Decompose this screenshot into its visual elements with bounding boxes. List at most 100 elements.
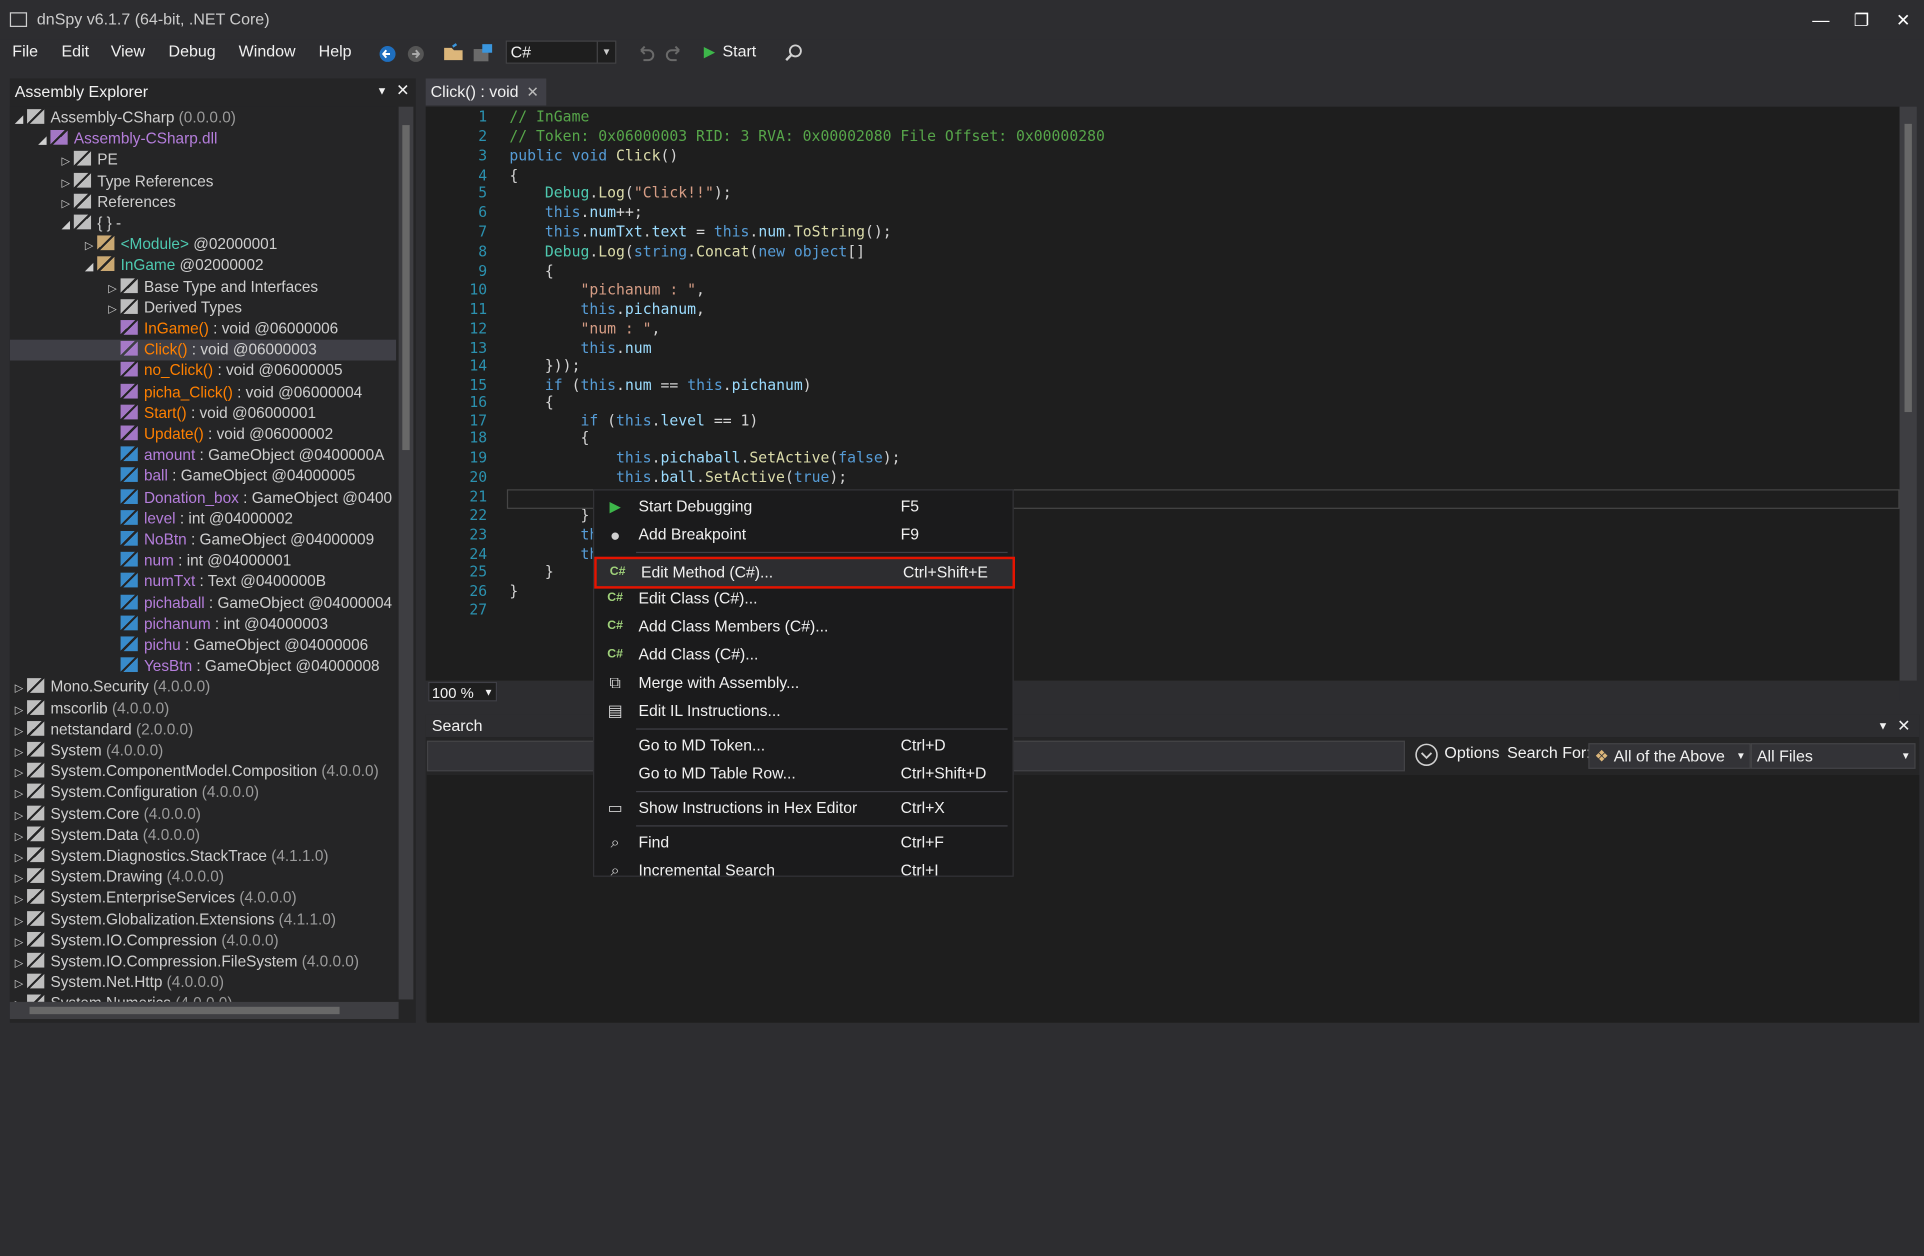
tree-node[interactable]: Click() : void @06000003 [9,339,397,361]
tree-node[interactable]: ◢ { } - [10,213,396,234]
tree-node[interactable]: no_Click() : void @06000005 [10,361,396,382]
tree-node[interactable]: ▷ System.IO.Compression (4.0.0.0) [10,931,396,952]
expand-arrow-icon[interactable]: ▷ [85,236,97,257]
tree-node[interactable]: pichu : GameObject @04000006 [10,635,396,656]
undo-icon[interactable] [636,42,656,64]
tree-node[interactable]: InGame() : void @06000006 [10,319,396,340]
tree-node[interactable]: ▷ System.Configuration (4.0.0.0) [10,783,396,804]
tree-node[interactable]: ▷ mscorlib (4.0.0.0) [10,698,396,719]
menu-item-add-breakpoint[interactable]: ● Add Breakpoint F9 [594,521,1012,548]
tree-node[interactable]: ▷ netstandard (2.0.0.0) [10,720,396,741]
tree-node[interactable]: ◢ Assembly-CSharp (0.0.0.0) [10,108,396,129]
expand-arrow-icon[interactable]: ▷ [15,974,27,995]
expand-arrow-icon[interactable]: ▷ [62,151,74,172]
close-icon[interactable]: ✕ [1897,714,1910,739]
tree-node[interactable]: Start() : void @06000001 [10,403,396,424]
expand-arrow-icon[interactable]: ▷ [15,700,27,721]
tree-node[interactable]: ◢ Assembly-CSharp.dll [10,129,396,150]
expand-arrow-icon[interactable]: ▷ [15,721,27,742]
tree-node[interactable]: num : int @04000001 [10,551,396,572]
start-button[interactable]: ▶ Start [704,42,757,60]
redo-icon[interactable] [664,42,684,64]
tree-node[interactable]: ▷ System.Core (4.0.0.0) [10,804,396,825]
expand-arrow-icon[interactable]: ▷ [108,299,120,320]
tree-node[interactable]: pichanum : int @04000003 [10,614,396,635]
assembly-tree[interactable]: ◢ Assembly-CSharp (0.0.0.0) ◢ Assembly-CSha… [9,106,397,1002]
menu-item-edit-il-instructions[interactable]: ▤ Edit IL Instructions... [594,698,1012,725]
panel-menu-icon[interactable]: ▼ [376,78,387,103]
expand-arrow-icon[interactable]: ▷ [15,679,27,700]
menu-item-edit-class-c[interactable]: C# Edit Class (C#)... [594,585,1012,612]
menu-item-show-instructions-in-hex-editor[interactable]: ▭ Show Instructions in Hex Editor Ctrl+X [594,795,1012,822]
search-icon[interactable] [784,42,804,64]
tree-node[interactable]: ▷ Mono.Security (4.0.0.0) [10,677,396,698]
expand-arrow-icon[interactable]: ▷ [15,953,27,974]
expand-arrow-icon[interactable]: ▷ [15,890,27,911]
menu-item-edit-method-c[interactable]: C# Edit Method (C#)... Ctrl+Shift+E [594,556,1015,589]
expand-arrow-icon[interactable]: ▷ [15,742,27,763]
menu-item-merge-with-assembly[interactable]: ⧉ Merge with Assembly... [594,670,1012,697]
tab-click-void[interactable]: Click() : void ✕ [425,78,547,106]
expand-arrow-icon[interactable]: ▷ [15,868,27,889]
scope-select[interactable]: All Files ▼ [1750,743,1916,769]
tree-node[interactable]: ▷ Type References [10,171,396,192]
menu-edit[interactable]: Edit [62,42,90,60]
menu-item-find[interactable]: ⌕ Find Ctrl+F [594,829,1012,856]
tree-node[interactable]: ▷ System.ComponentModel.Composition (4.0.… [10,762,396,783]
menu-view[interactable]: View [111,42,145,60]
tree-node[interactable]: ▷ System.Net.Http (4.0.0.0) [10,973,396,994]
tree-node[interactable]: ▷ Derived Types [10,298,396,319]
menu-item-add-class-c[interactable]: C# Add Class (C#)... [594,641,1012,668]
tree-node[interactable]: ▷ System.Numerics (4.0.0.0) [10,994,396,1002]
tree-node[interactable]: numTxt : Text @0400000B [10,572,396,593]
expand-arrow-icon[interactable]: ◢ [15,109,27,130]
expand-arrow-icon[interactable]: ▷ [62,172,74,193]
search-for-select[interactable]: ❖ All of the Above ▼ [1588,743,1751,769]
expand-arrow-icon[interactable]: ◢ [85,257,97,278]
tree-node[interactable]: YesBtn : GameObject @04000008 [10,656,396,677]
close-icon[interactable]: ✕ [396,78,409,103]
expand-arrow-icon[interactable]: ▷ [15,995,27,1002]
tree-node[interactable]: ▷ System.Data (4.0.0.0) [10,825,396,846]
tree-node[interactable]: ▷ System (4.0.0.0) [10,741,396,762]
open-folder-icon[interactable] [443,42,465,64]
tree-node[interactable]: ▷ Base Type and Interfaces [10,277,396,298]
tree-node[interactable]: pichaball : GameObject @04000004 [10,593,396,614]
tree-node[interactable]: ball : GameObject @04000005 [10,466,396,487]
tree-node[interactable]: ▷ System.Globalization.Extensions (4.1.1.… [10,909,396,930]
expand-arrow-icon[interactable]: ▷ [15,805,27,826]
tree-node[interactable]: ▷ System.Diagnostics.StackTrace (4.1.1.0) [10,846,396,867]
options-label[interactable]: Options [1444,743,1499,761]
expand-arrow-icon[interactable]: ▷ [15,932,27,953]
tree-node[interactable]: picha_Click() : void @06000004 [10,382,396,403]
panel-menu-icon[interactable]: ▼ [1877,714,1888,739]
menu-help[interactable]: Help [319,42,352,60]
menu-item-go-to-md-token[interactable]: Go to MD Token... Ctrl+D [594,732,1012,759]
tree-node[interactable]: NoBtn : GameObject @04000009 [10,530,396,551]
menu-debug[interactable]: Debug [169,42,216,60]
tree-node[interactable]: ▷ System.IO.Compression.FileSystem (4.0.0… [10,952,396,973]
expand-arrow-icon[interactable]: ▷ [15,763,27,784]
nav-forward-icon[interactable] [406,42,426,64]
close-button[interactable]: ✕ [1886,7,1920,32]
language-select[interactable]: C# ▼ [505,40,617,64]
editor-scroll-thumb[interactable] [1904,123,1912,413]
nav-back-icon[interactable] [378,42,398,64]
menu-item-start-debugging[interactable]: ▶ Start Debugging F5 [594,493,1012,520]
tree-node[interactable]: Update() : void @06000002 [10,424,396,445]
menu-item-add-class-members-c[interactable]: C# Add Class Members (C#)... [594,613,1012,640]
expand-arrow-icon[interactable]: ▷ [15,847,27,868]
explorer-hscrollbar[interactable] [9,1001,399,1020]
editor-vscrollbar[interactable] [1899,106,1917,681]
explorer-vscrollbar[interactable] [398,106,414,1000]
expand-arrow-icon[interactable]: ▷ [15,784,27,805]
zoom-select[interactable]: 100 % ▼ [428,681,498,702]
tree-node[interactable]: ▷ System.EnterpriseServices (4.0.0.0) [10,888,396,909]
tree-node[interactable]: level : int @04000002 [10,509,396,530]
options-expand-icon[interactable] [1415,743,1438,767]
tree-node[interactable]: ▷ <Module> @02000001 [10,234,396,255]
tree-node[interactable]: ▷ PE [10,150,396,171]
menu-item-incremental-search[interactable]: ⌕ Incremental Search Ctrl+I [594,857,1012,884]
tree-node[interactable]: amount : GameObject @0400000A [10,445,396,466]
restore-button[interactable]: ❐ [1844,7,1878,32]
